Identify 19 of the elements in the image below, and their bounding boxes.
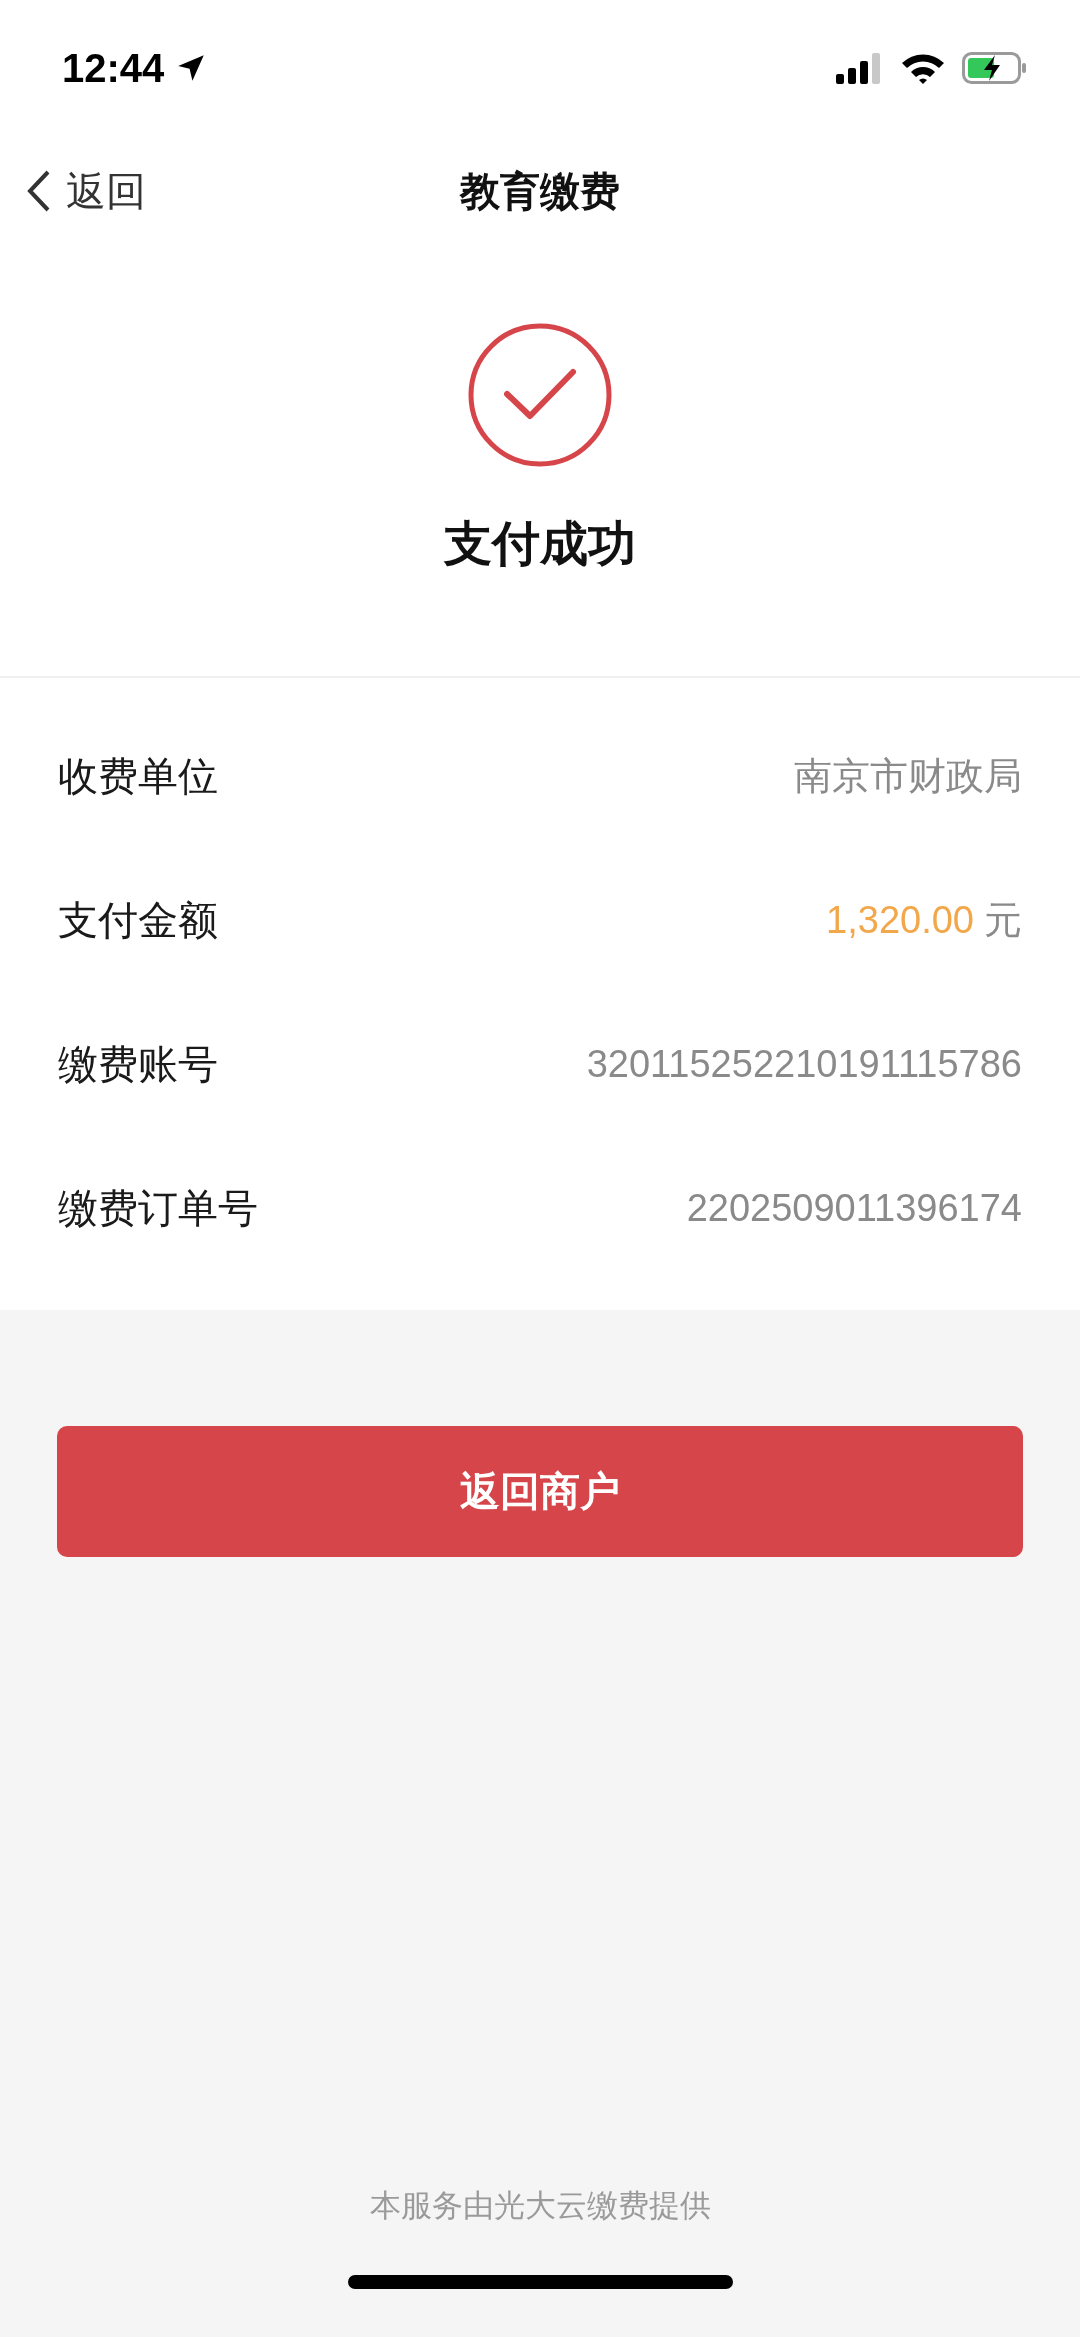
detail-value: 320115252210191115786	[586, 1042, 1022, 1086]
return-to-merchant-button[interactable]: 返回商户	[57, 1426, 1023, 1557]
detail-value: 2202509011396174	[686, 1186, 1022, 1230]
page-title: 教育缴费	[460, 166, 620, 216]
success-check-icon	[467, 322, 613, 468]
detail-label: 收费单位	[58, 751, 218, 801]
footer-note: 本服务由光大云缴费提供	[368, 2186, 712, 2225]
amount-value: 1,320.00	[826, 898, 974, 942]
detail-value: 南京市财政局	[794, 753, 1022, 799]
back-button[interactable]: 返回	[26, 136, 146, 246]
status-time: 12:44	[62, 45, 165, 91]
payment-success-title: 支付成功	[444, 514, 636, 573]
chevron-left-icon	[26, 169, 52, 213]
currency-unit: 元	[984, 896, 1022, 944]
detail-label: 缴费账号	[58, 1039, 218, 1089]
detail-label: 缴费订单号	[58, 1183, 258, 1233]
wifi-icon	[900, 52, 946, 84]
battery-charging-icon	[962, 52, 1028, 84]
detail-label: 支付金额	[58, 895, 218, 945]
